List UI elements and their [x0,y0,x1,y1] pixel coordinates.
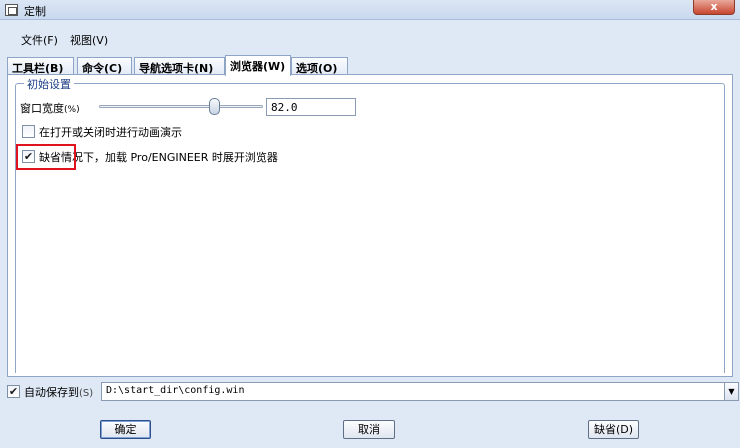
autosave-checkbox[interactable]: ✔ [7,385,20,398]
chevron-down-icon[interactable]: ▼ [724,382,739,401]
title-bar: 定制 x [0,0,740,20]
autosave-path-field[interactable]: D:\start_dir\config.win [101,382,725,401]
tab-navigator[interactable]: 导航选项卡(N) [134,57,225,75]
slider-thumb[interactable] [209,98,221,115]
tab-options[interactable]: 选项(O) [291,57,348,75]
close-button[interactable]: x [693,0,735,15]
menu-file[interactable]: 文件(F) [21,32,58,48]
window-width-text: 窗口宽度 [20,102,64,115]
expand-browser-label: 缺省情况下，加载 Pro/ENGINEER 时展开浏览器 [39,151,278,164]
autosave-row: ✔ 自动保存到(S) D:\start_dir\config.win ▼ [7,382,739,402]
window-width-slider[interactable] [99,105,263,108]
ok-button[interactable]: 确定 [100,420,151,439]
app-icon [5,4,18,16]
expand-browser-checkbox[interactable]: ✔ [22,150,35,163]
animate-checkbox[interactable] [22,125,35,138]
cancel-button[interactable]: 取消 [343,420,395,439]
tab-commands[interactable]: 命令(C) [77,57,132,75]
tab-toolbar[interactable]: 工具栏(B) [7,57,74,75]
menu-bar: 文件(F) 视图(V) [0,29,740,49]
default-button[interactable]: 缺省(D) [588,420,639,439]
window-title: 定制 [24,5,46,18]
tab-browser[interactable]: 浏览器(W) [225,55,291,76]
group-title: 初始设置 [24,76,74,92]
browser-settings-panel: 初始设置 窗口宽度(%) 82.0 在打开或关闭时进行动画演示 ✔ 缺省情况下，… [7,74,733,377]
autosave-shortcut: (S) [79,388,94,399]
autosave-label: 自动保存到(S) [24,384,93,400]
animate-label: 在打开或关闭时进行动画演示 [39,126,182,139]
blank-area [98,250,263,305]
window-width-input[interactable]: 82.0 [266,98,356,116]
autosave-text: 自动保存到 [24,386,79,399]
window-width-unit: (%) [64,105,80,115]
menu-view[interactable]: 视图(V) [70,32,108,48]
window-width-label: 窗口宽度(%) [20,100,80,116]
